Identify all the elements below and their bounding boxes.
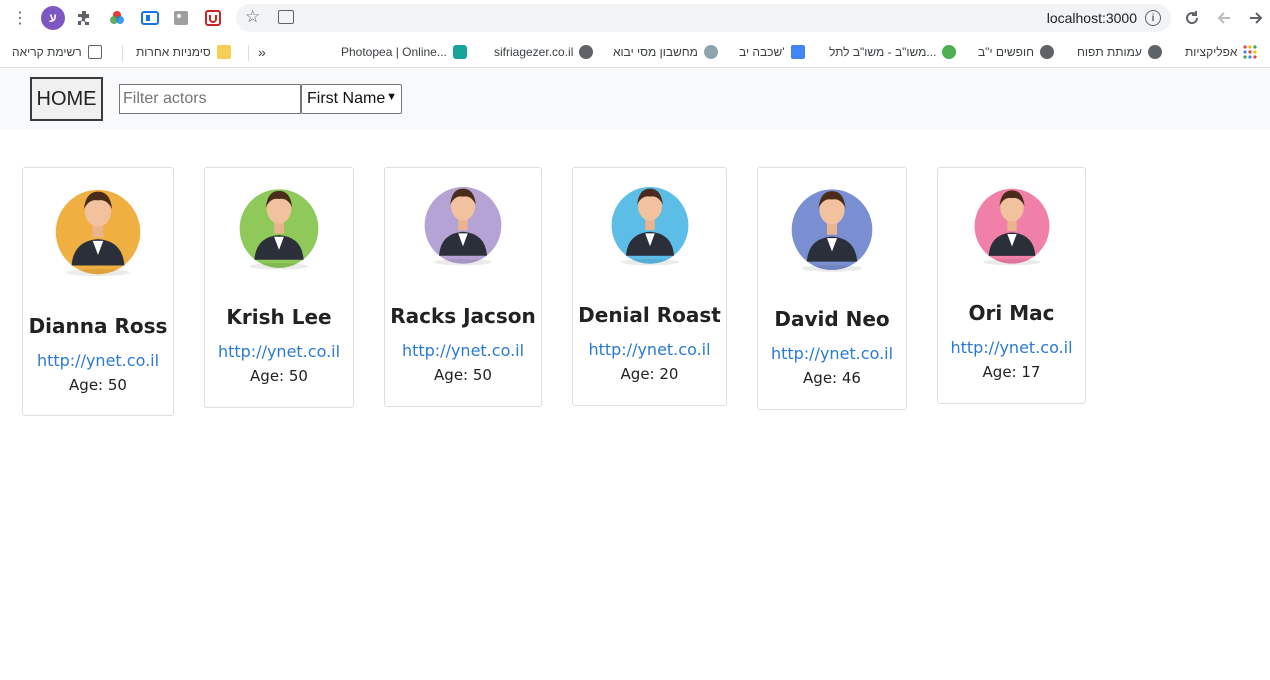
bookmark-import-calculator[interactable]: מחשבון מסי יבוא <box>613 43 718 61</box>
bookmark-apps[interactable]: אפליקציות <box>1185 43 1258 61</box>
actor-age: Age: 50 <box>69 376 127 394</box>
globe-icon <box>1040 45 1054 59</box>
bookmark-star-icon[interactable]: ☆ <box>245 7 260 27</box>
sort-select-value: First Name <box>307 90 386 107</box>
actor-name: Krish Lee <box>226 305 332 329</box>
tab-extension-icon[interactable] <box>140 8 160 28</box>
bookmarks-bar: אפליקציות עמותת תפוח חופשים י"ב משו"ב - … <box>0 36 1270 68</box>
leaf-icon <box>942 45 957 59</box>
bookmark-photopea[interactable]: Photopea | Online... <box>341 43 467 61</box>
apps-grid-icon <box>1243 45 1258 59</box>
actor-avatar <box>610 172 690 266</box>
actor-name: Denial Roast <box>578 303 721 327</box>
bookmark-holidays[interactable]: חופשים י"ב <box>978 43 1054 61</box>
actor-website-link[interactable]: http://ynet.co.il <box>205 342 353 361</box>
chevron-down-icon: ▼ <box>386 91 397 103</box>
calendar-icon <box>790 45 805 59</box>
avatar-illustration <box>424 187 502 266</box>
actor-avatar <box>973 174 1051 266</box>
actor-name: Ori Mac <box>968 301 1055 325</box>
bookmark-separator <box>248 45 249 61</box>
actor-name: Racks Jacson <box>390 304 536 328</box>
actor-card: Racks Jacson http://ynet.co.il Age: 50 <box>384 167 542 407</box>
actor-avatar <box>54 174 142 276</box>
actor-website-link[interactable]: http://ynet.co.il <box>385 341 541 360</box>
actor-avatar <box>790 174 874 272</box>
cloud-icon <box>703 45 718 59</box>
avatar-illustration <box>611 187 688 266</box>
forward-arrow-icon[interactable] <box>1246 8 1266 28</box>
profile-avatar[interactable]: ע <box>41 6 65 30</box>
more-bookmarks-chevron[interactable]: » <box>258 43 266 61</box>
actor-website-link[interactable]: http://ynet.co.il <box>23 351 173 370</box>
actor-age: Age: 50 <box>250 367 308 385</box>
shield-extension-icon[interactable] <box>203 8 223 28</box>
reload-icon[interactable] <box>1182 8 1202 28</box>
app-navbar: HOME First Name ▼ <box>0 69 1270 129</box>
bookmark-mashov[interactable]: משו"ב - משו"ב לתל... <box>829 43 957 61</box>
avatar-illustration <box>974 188 1049 266</box>
actor-card: Ori Mac http://ynet.co.il Age: 17 <box>937 167 1086 404</box>
browser-toolbar: ⋮ ע ☆ localhost:3000 i <box>0 0 1270 36</box>
more-menu-icon[interactable]: ⋮ <box>10 8 30 28</box>
page-action-icon[interactable] <box>278 10 294 24</box>
actor-website-link[interactable]: http://ynet.co.il <box>573 340 726 359</box>
bookmark-tapuach[interactable]: עמותת תפוח <box>1077 43 1162 61</box>
extensions-icon[interactable] <box>74 8 94 28</box>
globe-icon <box>579 45 594 59</box>
globe-icon <box>1147 45 1162 59</box>
site-info-icon[interactable]: i <box>1145 10 1161 26</box>
actor-card: Krish Lee http://ynet.co.il Age: 50 <box>204 167 354 408</box>
actor-card: Dianna Ross http://ynet.co.il Age: 50 <box>22 167 174 416</box>
actor-name: Dianna Ross <box>28 314 168 338</box>
actor-card: David Neo http://ynet.co.il Age: 46 <box>757 167 907 410</box>
address-bar[interactable]: ☆ localhost:3000 i <box>236 4 1171 32</box>
back-arrow-icon[interactable] <box>1214 8 1234 28</box>
avatar-illustration <box>55 189 141 276</box>
actor-age: Age: 17 <box>982 363 1041 381</box>
filter-actors-input[interactable] <box>119 84 301 114</box>
bookmark-sifriagezer[interactable]: sifriagezer.co.il <box>494 43 594 61</box>
photopea-icon <box>452 45 467 59</box>
actor-avatar <box>423 172 503 266</box>
avatar-illustration <box>791 189 873 272</box>
reading-list-icon <box>87 45 102 59</box>
actor-avatar <box>238 174 320 270</box>
actor-age: Age: 20 <box>620 365 679 383</box>
actor-website-link[interactable]: http://ynet.co.il <box>938 338 1085 357</box>
bookmark-grade-12[interactable]: שכבה יב' <box>739 43 805 61</box>
avatar-illustration <box>239 189 319 270</box>
url-text[interactable]: localhost:3000 <box>1047 10 1137 26</box>
actor-card: Denial Roast http://ynet.co.il Age: 20 <box>572 167 727 406</box>
puzzle-extension-icon[interactable] <box>171 8 191 28</box>
actor-website-link[interactable]: http://ynet.co.il <box>758 344 906 363</box>
bookmark-other[interactable]: סימניות אחרות <box>136 43 231 61</box>
sort-select[interactable]: First Name ▼ <box>301 84 402 114</box>
actor-age: Age: 50 <box>434 366 492 384</box>
actor-name: David Neo <box>774 307 890 331</box>
bookmark-separator <box>122 45 123 61</box>
home-button[interactable]: HOME <box>30 77 103 121</box>
actor-age: Age: 46 <box>803 369 861 387</box>
color-wheel-extension-icon[interactable] <box>107 8 127 28</box>
bookmark-reading-list[interactable]: רשימת קריאה <box>12 43 102 61</box>
folder-icon <box>216 45 231 59</box>
